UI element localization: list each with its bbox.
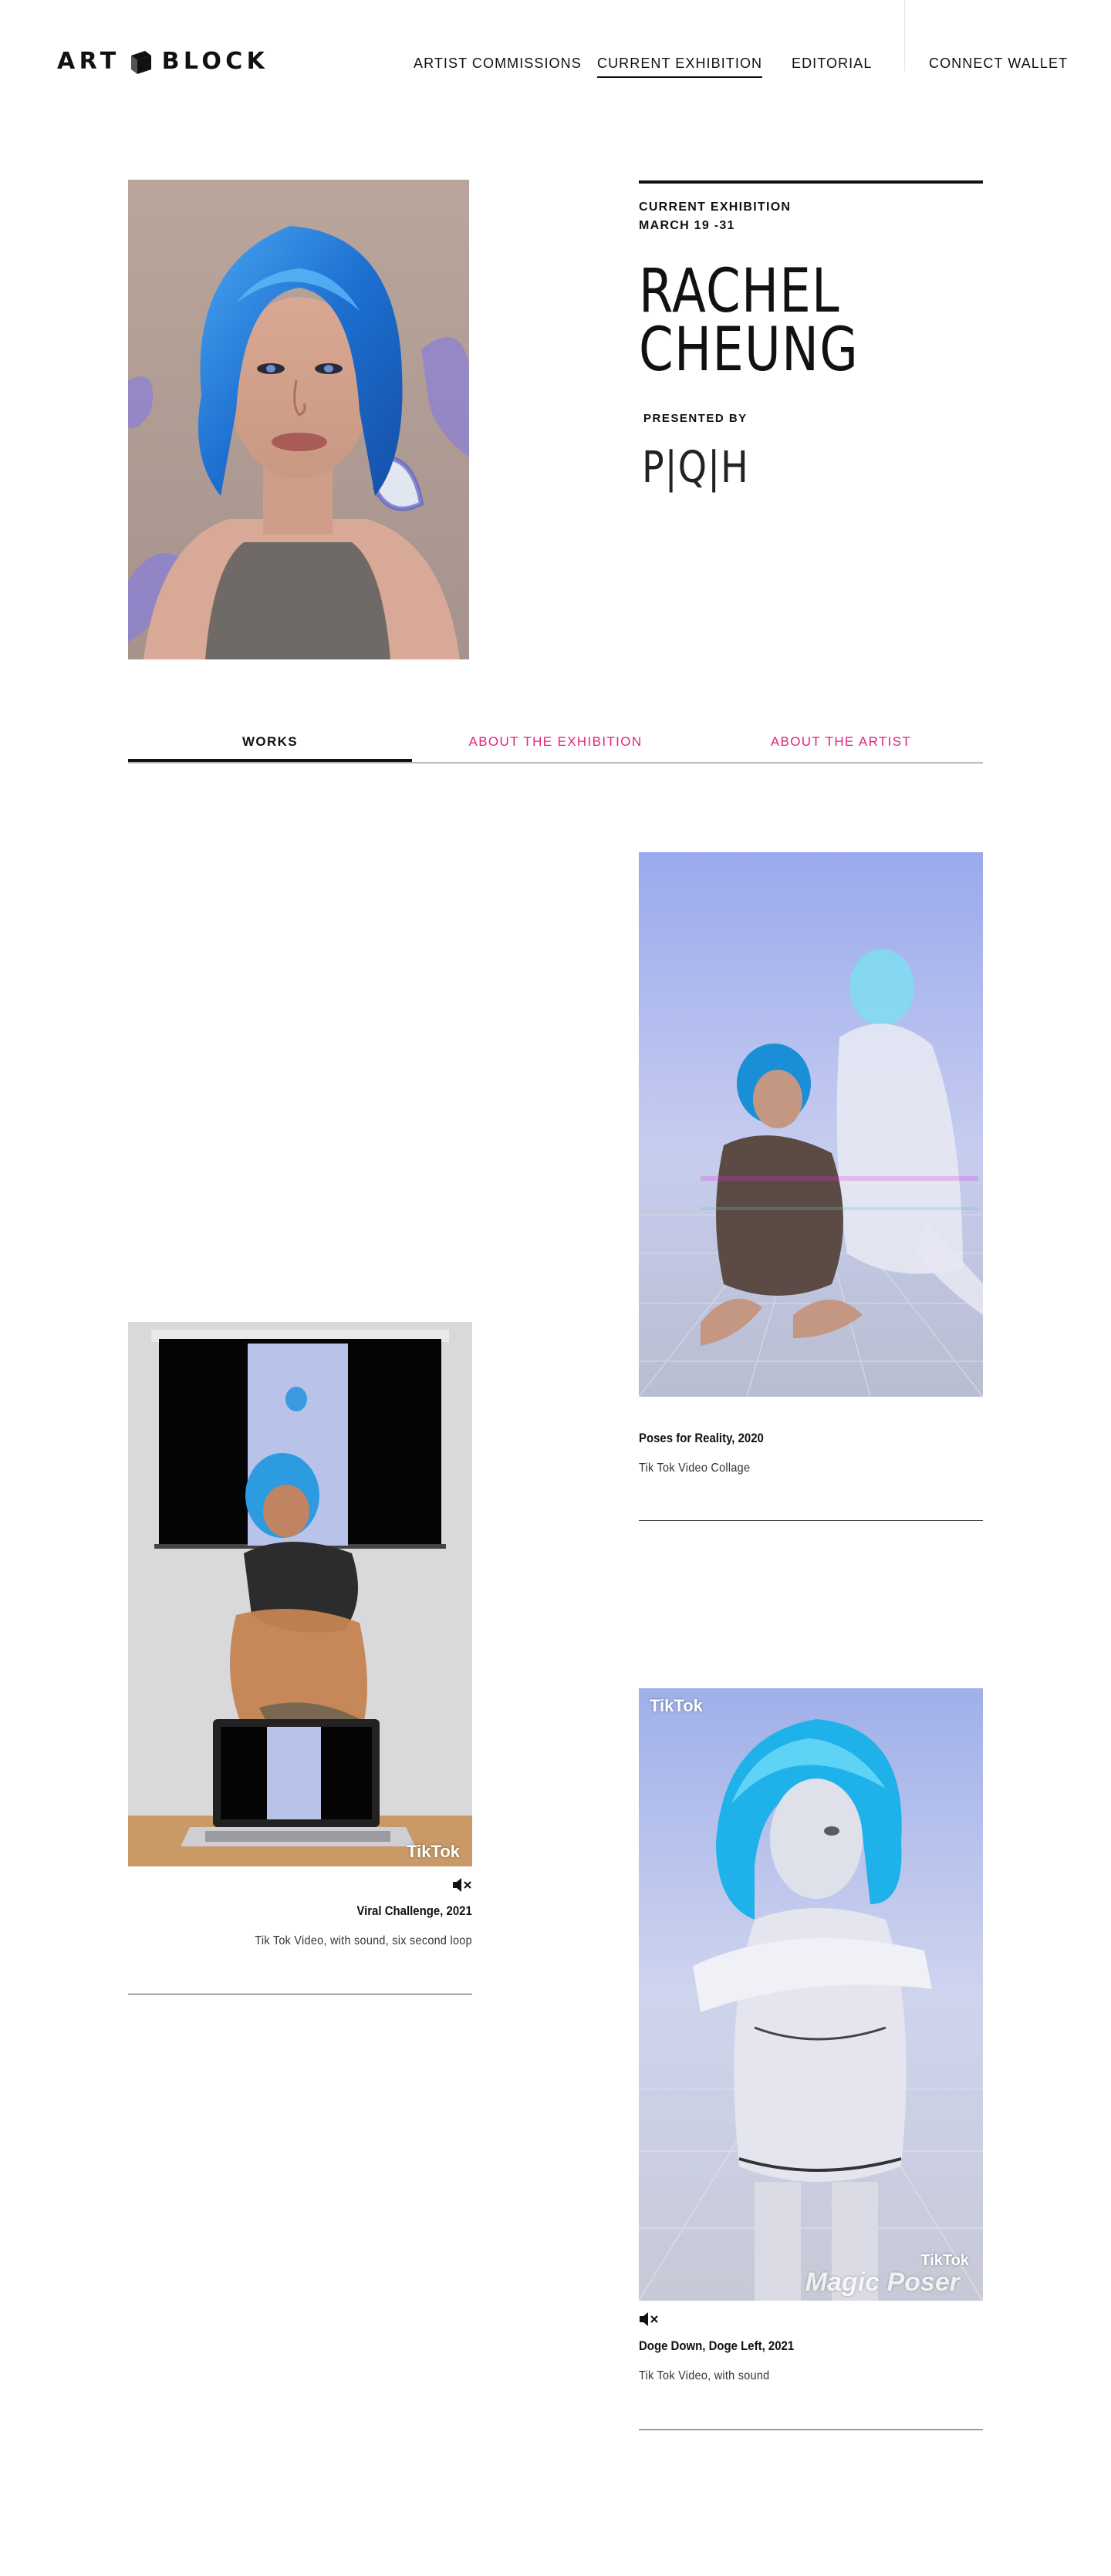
artist-name: RACHEL CHEUNG xyxy=(639,257,993,385)
active-tab-indicator xyxy=(128,759,412,762)
work-description: Tik Tok Video, with sound xyxy=(639,2369,770,2382)
mute-icon[interactable] xyxy=(639,2311,659,2327)
tiktok-watermark: TikTok xyxy=(650,1696,703,1715)
nav-artist-commissions[interactable]: ARTIST COMMISSIONS xyxy=(414,56,582,72)
nav-divider xyxy=(904,0,905,71)
hero-rule xyxy=(639,180,983,184)
nav-current-exhibition[interactable]: CURRENT EXHIBITION xyxy=(597,56,763,78)
work-title: Poses for Reality, 2020 xyxy=(639,1431,764,1445)
magic-poser-watermark: Magic Poser xyxy=(805,2267,960,2297)
tab-works[interactable]: WORKS xyxy=(128,734,412,750)
work-image-viral-challenge[interactable]: TikTok xyxy=(128,1322,472,1866)
work-image-doge-down[interactable]: TikTok TikTok Magic Poser xyxy=(639,1688,983,2301)
artist-first-name: RACHEL xyxy=(639,257,840,326)
work-title: Viral Challenge, 2021 xyxy=(356,1903,472,1918)
exhibition-tabs: WORKS ABOUT THE EXHIBITION ABOUT THE ART… xyxy=(128,725,983,764)
nav-editorial[interactable]: EDITORIAL xyxy=(792,56,872,72)
pqh-logo[interactable]: P|Q|H xyxy=(642,443,749,493)
artist-portrait xyxy=(128,180,469,659)
work-image-poses-for-reality[interactable] xyxy=(639,852,983,1397)
exhibition-label: CURRENT EXHIBITION xyxy=(639,201,792,214)
work-divider xyxy=(639,2429,983,2430)
exhibition-info: CURRENT EXHIBITION MARCH 19 -31 RACHEL C… xyxy=(639,180,983,493)
tiktok-watermark: TikTok xyxy=(407,1842,460,1861)
work-title: Doge Down, Doge Left, 2021 xyxy=(639,2338,795,2353)
tab-about-exhibition[interactable]: ABOUT THE EXHIBITION xyxy=(414,734,697,750)
work-description: Tik Tok Video, with sound, six second lo… xyxy=(255,1934,472,1947)
tab-about-artist[interactable]: ABOUT THE ARTIST xyxy=(699,734,983,750)
work-description: Tik Tok Video Collage xyxy=(639,1462,751,1475)
nav-connect-wallet[interactable]: CONNECT WALLET xyxy=(929,56,1068,72)
artist-last-name: CHEUNG xyxy=(639,315,859,385)
exhibition-dates: MARCH 19 -31 xyxy=(639,219,735,232)
presented-by-label: PRESENTED BY xyxy=(643,412,748,425)
main-nav: ARTIST COMMISSIONS CURRENT EXHIBITION ED… xyxy=(0,56,1111,79)
work-divider xyxy=(639,1520,983,1521)
site-header: ART BLOCK ARTIST COMMISSIONS CURRENT EXH… xyxy=(0,0,1111,123)
mute-icon[interactable] xyxy=(452,1877,472,1893)
